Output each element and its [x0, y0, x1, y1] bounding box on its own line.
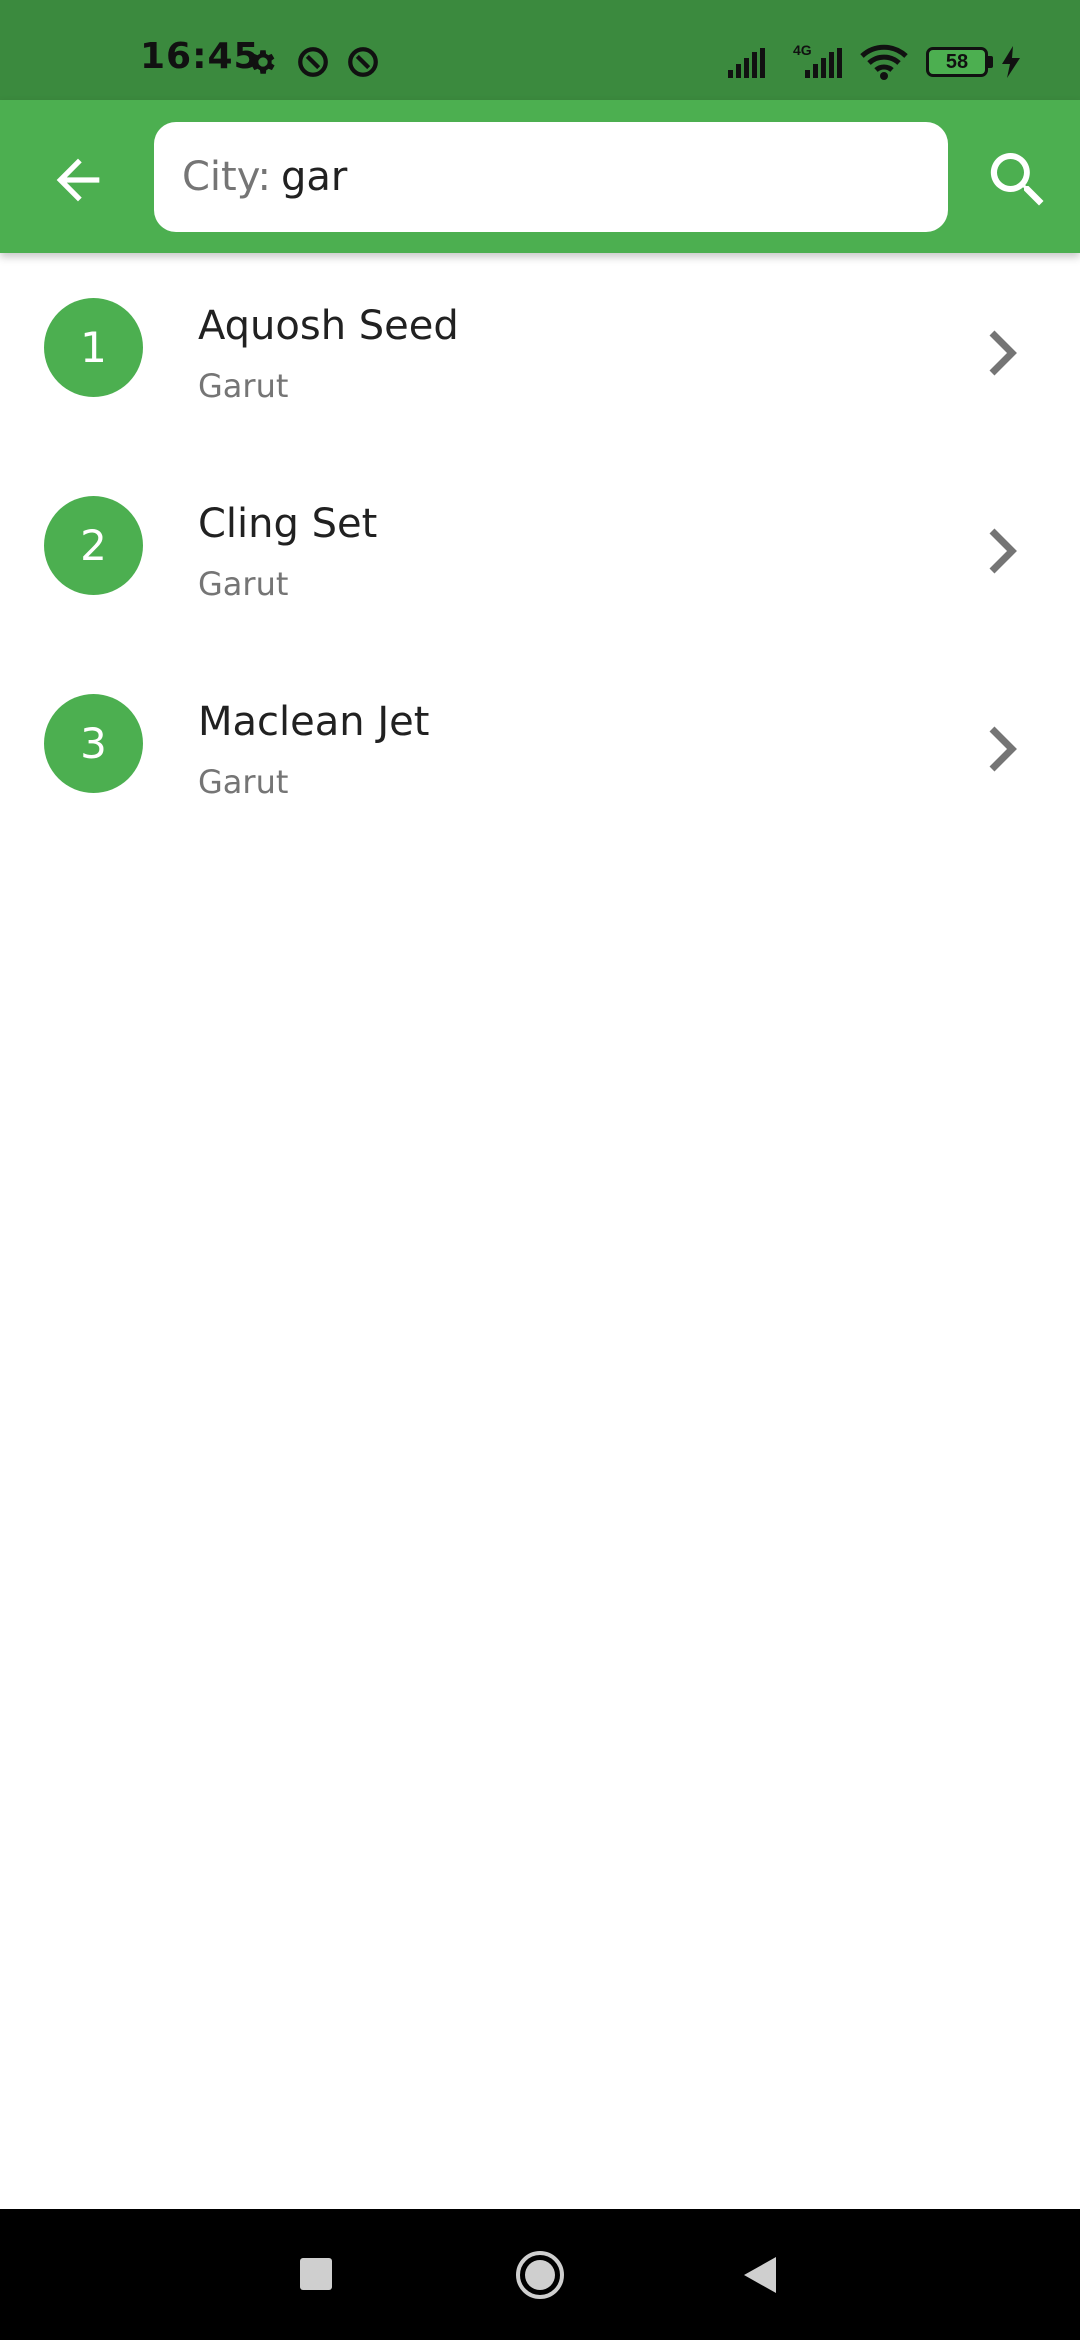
item-number-badge: 3	[44, 694, 143, 793]
signal-icon	[805, 48, 842, 78]
result-list: 1 Aquosh Seed Garut 2 Cling Set Garut 3 …	[0, 253, 1080, 847]
item-city: Garut	[198, 763, 289, 801]
list-item[interactable]: 1 Aquosh Seed Garut	[0, 253, 1080, 451]
chevron-right-icon	[989, 528, 1017, 574]
search-input[interactable]: City: gar	[154, 122, 948, 232]
item-city: Garut	[198, 367, 289, 405]
recents-square-icon[interactable]	[300, 2258, 332, 2290]
status-bar: 16:45 4G 58	[0, 0, 1080, 100]
arrow-left-icon[interactable]	[46, 148, 110, 212]
system-nav-bar	[0, 2209, 1080, 2340]
battery-level: 58	[945, 50, 969, 73]
search-icon[interactable]	[982, 144, 1054, 216]
battery-tip	[988, 56, 993, 68]
battery-icon: 58	[926, 47, 988, 77]
chevron-right-icon	[989, 726, 1017, 772]
search-prefix-label: City:	[182, 154, 271, 200]
wifi-icon	[860, 44, 908, 80]
item-title: Aquosh Seed	[198, 303, 459, 349]
item-city: Garut	[198, 565, 289, 603]
home-circle-icon[interactable]	[514, 2249, 566, 2301]
back-triangle-icon[interactable]	[742, 2255, 778, 2295]
item-title: Maclean Jet	[198, 699, 430, 745]
sync-icon	[348, 47, 378, 77]
sync-icon	[298, 47, 328, 77]
status-time: 16:45	[140, 36, 260, 77]
charging-icon	[1002, 46, 1020, 78]
search-query-text: gar	[280, 154, 348, 200]
item-number-badge: 1	[44, 298, 143, 397]
item-title: Cling Set	[198, 501, 378, 547]
settings-icon	[251, 50, 275, 74]
list-item[interactable]: 2 Cling Set Garut	[0, 451, 1080, 649]
chevron-right-icon	[989, 330, 1017, 376]
item-number-badge: 2	[44, 496, 143, 595]
list-item[interactable]: 3 Maclean Jet Garut	[0, 649, 1080, 847]
signal-icon	[728, 48, 765, 78]
app-bar: City: gar	[0, 100, 1080, 253]
